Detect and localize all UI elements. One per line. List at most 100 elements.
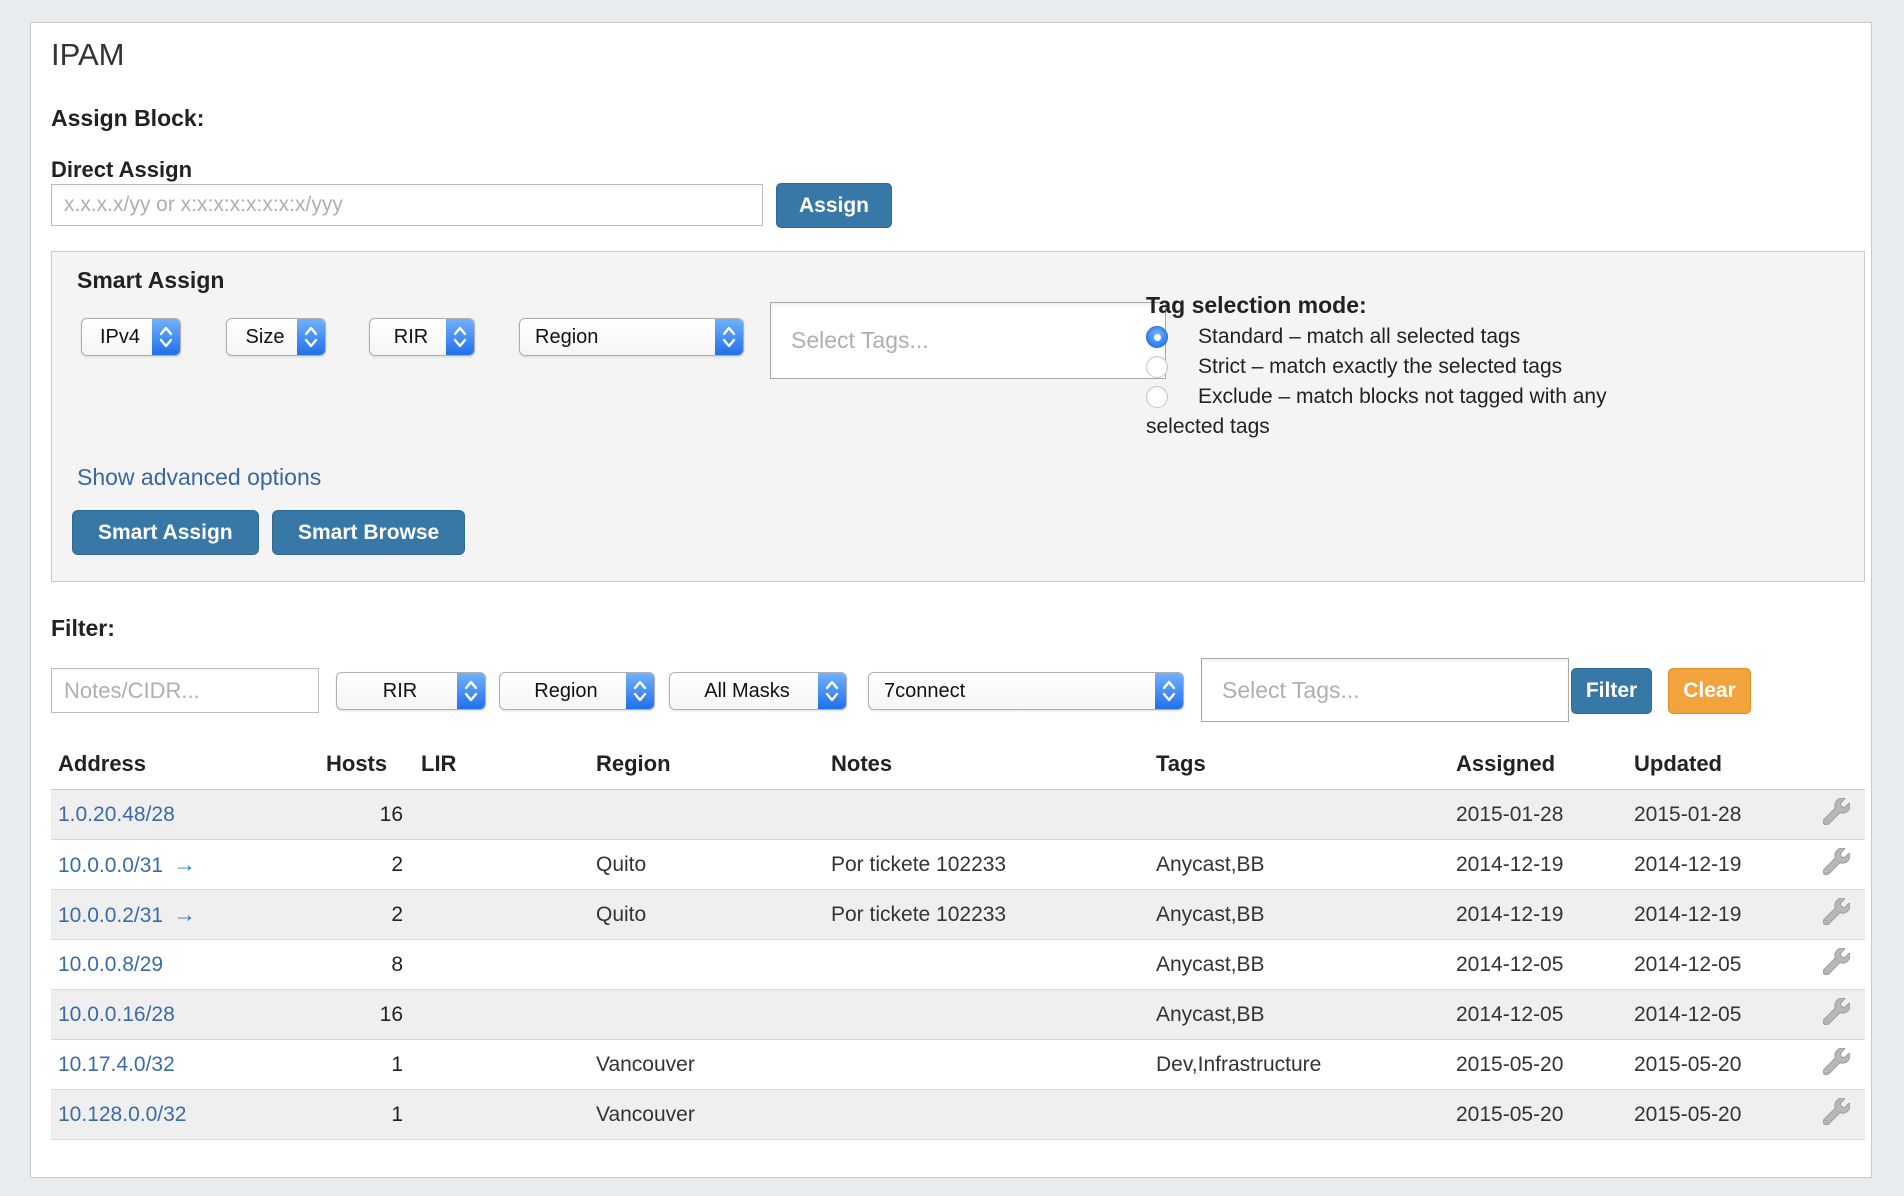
sub-assignment-arrow-icon[interactable]: → — [173, 851, 196, 877]
updated-cell: 2014-12-19 — [1626, 840, 1811, 890]
page-title: IPAM — [51, 37, 125, 73]
updated-cell: 2015-05-20 — [1626, 1090, 1811, 1140]
filter-resource-select-value: 7connect — [869, 680, 1155, 703]
wrench-icon[interactable] — [1823, 948, 1850, 975]
wrench-icon[interactable] — [1823, 798, 1850, 825]
up-down-chevron-icon — [1155, 673, 1183, 709]
smart-region-select-value: Region — [520, 326, 715, 349]
tags-cell — [1146, 790, 1446, 840]
assigned-cell: 2015-05-20 — [1446, 1040, 1626, 1090]
sub-assignment-arrow-icon[interactable]: → — [173, 901, 196, 927]
wrench-icon[interactable] — [1823, 1048, 1850, 1075]
region-cell: Quito — [581, 840, 826, 890]
col-header-notes: Notes — [826, 745, 1146, 790]
hosts-cell: 1 — [319, 1040, 413, 1090]
ipam-panel: IPAM Assign Block: Direct Assign Assign … — [30, 22, 1872, 1178]
smart-protocol-select[interactable]: IPv4 — [81, 318, 181, 356]
region-cell — [581, 790, 826, 840]
up-down-chevron-icon — [715, 319, 743, 355]
hosts-cell: 2 — [319, 840, 413, 890]
notes-cell — [826, 790, 1146, 840]
lir-cell — [413, 1090, 581, 1140]
wrench-icon[interactable] — [1823, 1098, 1850, 1125]
filter-notes-input[interactable] — [51, 668, 319, 713]
assigned-cell: 2014-12-19 — [1446, 890, 1626, 940]
tag-mode-option-strict-label: Strict – match exactly the selected tags — [1198, 355, 1562, 378]
address-link[interactable]: 10.128.0.0/32 — [58, 1103, 186, 1126]
smart-assign-heading: Smart Assign — [77, 267, 224, 294]
table-row: 1.0.20.48/28 16 2015-01-28 2015-01-28 — [51, 790, 1865, 840]
lir-cell — [413, 1040, 581, 1090]
tag-mode-option-standard[interactable]: Standard – match all selected tags — [1146, 322, 1676, 352]
lir-cell — [413, 990, 581, 1040]
filter-masks-select[interactable]: All Masks — [669, 672, 847, 710]
assign-button[interactable]: Assign — [776, 183, 892, 228]
tags-cell: Anycast,BB — [1146, 890, 1446, 940]
lir-cell — [413, 940, 581, 990]
hosts-cell: 8 — [319, 940, 413, 990]
lir-cell — [413, 890, 581, 940]
smart-assign-button[interactable]: Smart Assign — [72, 510, 259, 555]
notes-cell — [826, 990, 1146, 1040]
smart-size-select-value: Size — [227, 326, 297, 349]
assign-block-heading: Assign Block: — [51, 105, 204, 132]
smart-region-select[interactable]: Region — [519, 318, 744, 356]
address-link[interactable]: 10.0.0.16/28 — [58, 1003, 175, 1026]
wrench-icon[interactable] — [1823, 998, 1850, 1025]
smart-browse-button[interactable]: Smart Browse — [272, 510, 465, 555]
address-link[interactable]: 1.0.20.48/28 — [58, 803, 175, 826]
tags-cell: Anycast,BB — [1146, 840, 1446, 890]
filter-region-select[interactable]: Region — [499, 672, 655, 710]
show-advanced-options-link[interactable]: Show advanced options — [77, 464, 321, 491]
tags-cell — [1146, 1090, 1446, 1140]
assigned-cell: 2014-12-05 — [1446, 990, 1626, 1040]
smart-tags-input[interactable] — [770, 302, 1166, 379]
wrench-icon[interactable] — [1823, 848, 1850, 875]
updated-cell: 2015-05-20 — [1626, 1040, 1811, 1090]
radio-exclude[interactable] — [1146, 386, 1168, 408]
address-link[interactable]: 10.0.0.0/31 — [58, 854, 163, 877]
filter-rir-select[interactable]: RIR — [336, 672, 486, 710]
up-down-chevron-icon — [446, 319, 474, 355]
updated-cell: 2014-12-05 — [1626, 990, 1811, 1040]
col-header-lir: LIR — [413, 745, 581, 790]
tag-mode-option-strict[interactable]: Strict – match exactly the selected tags — [1146, 352, 1676, 382]
hosts-cell: 2 — [319, 890, 413, 940]
region-cell: Vancouver — [581, 1040, 826, 1090]
wrench-icon[interactable] — [1823, 898, 1850, 925]
col-header-address: Address — [51, 745, 319, 790]
col-header-region: Region — [581, 745, 826, 790]
notes-cell — [826, 1040, 1146, 1090]
filter-resource-select[interactable]: 7connect — [868, 672, 1184, 710]
smart-size-select[interactable]: Size — [226, 318, 326, 356]
notes-cell: Por tickete 102233 — [826, 840, 1146, 890]
address-link[interactable]: 10.17.4.0/32 — [58, 1053, 175, 1076]
smart-assign-section: Smart Assign IPv4 Size RIR Region — [51, 251, 1865, 582]
lir-cell — [413, 840, 581, 890]
blocks-table: Address Hosts LIR Region Notes Tags Assi… — [51, 745, 1865, 1140]
filter-controls: RIR Region All Masks 7connect Filter Cle… — [51, 658, 1865, 728]
clear-button[interactable]: Clear — [1668, 668, 1751, 714]
address-link[interactable]: 10.0.0.8/29 — [58, 953, 163, 976]
direct-assign-input[interactable] — [51, 184, 763, 226]
region-cell: Vancouver — [581, 1090, 826, 1140]
tags-cell: Anycast,BB — [1146, 940, 1446, 990]
col-header-assigned: Assigned — [1446, 745, 1626, 790]
region-cell — [581, 940, 826, 990]
up-down-chevron-icon — [297, 319, 325, 355]
assigned-cell: 2015-01-28 — [1446, 790, 1626, 840]
assigned-cell: 2014-12-05 — [1446, 940, 1626, 990]
radio-strict[interactable] — [1146, 356, 1168, 378]
filter-tags-input[interactable] — [1201, 658, 1569, 722]
direct-assign-label: Direct Assign — [51, 157, 192, 183]
blocks-table-wrap: Address Hosts LIR Region Notes Tags Assi… — [51, 745, 1865, 1140]
updated-cell: 2015-01-28 — [1626, 790, 1811, 840]
filter-button[interactable]: Filter — [1571, 668, 1652, 714]
tag-mode-option-exclude[interactable]: Exclude – match blocks not tagged with a… — [1146, 382, 1676, 442]
col-header-tags: Tags — [1146, 745, 1446, 790]
table-row: 10.0.0.2/31→ 2 Quito Por tickete 102233 … — [51, 890, 1865, 940]
radio-standard[interactable] — [1146, 326, 1168, 348]
address-link[interactable]: 10.0.0.2/31 — [58, 904, 163, 927]
smart-rir-select[interactable]: RIR — [369, 318, 475, 356]
smart-protocol-select-value: IPv4 — [82, 326, 152, 349]
